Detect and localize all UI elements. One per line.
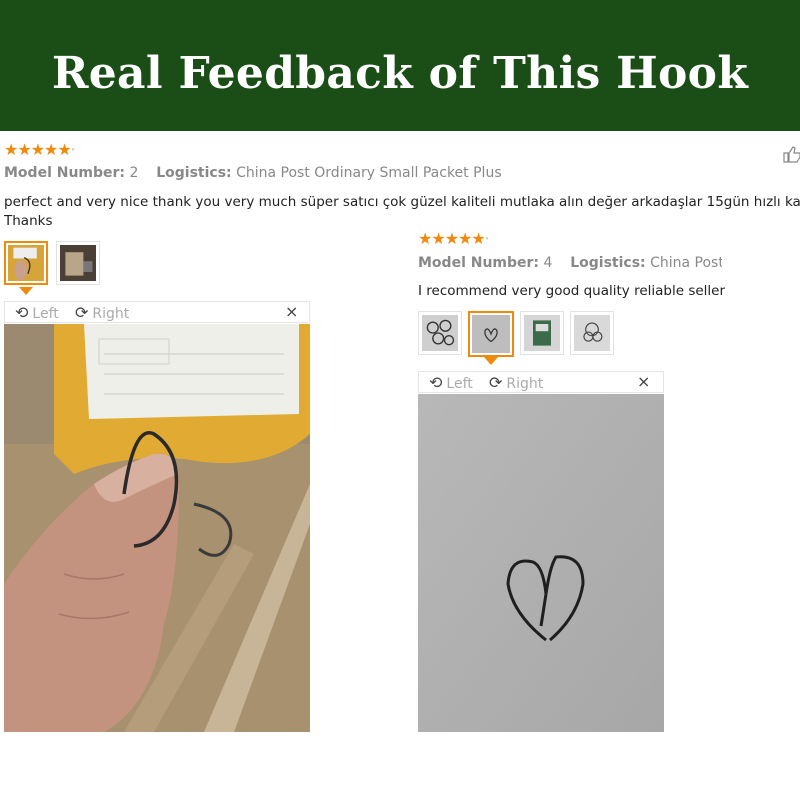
rotate-left-button[interactable]: ⟲ Left (15, 303, 59, 322)
rating-stars: ★★★★★• (418, 229, 489, 248)
review-photo-large (4, 324, 310, 732)
image-viewer-toolbar: ⟲ Left ⟳ Right × (4, 301, 310, 323)
logistics-value: China Post Ordinary Small Packet Plus (236, 165, 502, 181)
model-number-label: Model Number: (418, 255, 540, 271)
review-meta: Model Number: 2 Logistics: China Post Or… (4, 165, 564, 181)
logistics-label: Logistics: (156, 165, 232, 181)
review-photo-thumbnail[interactable] (468, 311, 514, 357)
rotate-right-button[interactable]: ⟳ Right (489, 373, 543, 392)
rotate-right-button[interactable]: ⟳ Right (75, 303, 129, 322)
thumbnail-image (60, 245, 96, 281)
rotate-right-label: Right (506, 376, 544, 392)
banner-title: Real Feedback of This Hook (51, 48, 749, 99)
thumbnail-image (8, 245, 44, 281)
logistics-label: Logistics: (570, 255, 646, 271)
review-photo-thumbnail[interactable] (520, 311, 564, 355)
rotate-left-icon: ⟲ (15, 303, 29, 322)
rotate-left-label: Left (446, 376, 473, 392)
rotate-right-label: Right (92, 306, 130, 322)
thumbnail-image (574, 315, 610, 351)
selected-thumbnail-caret (484, 357, 498, 365)
rotate-left-button[interactable]: ⟲ Left (429, 373, 473, 392)
stars-glyphs: ★★★★★ (4, 140, 72, 159)
stars-glyphs: ★★★★★ (418, 229, 486, 248)
close-icon[interactable]: × (285, 302, 298, 321)
rotate-left-icon: ⟲ (429, 373, 443, 392)
model-number-value: 4 (543, 255, 553, 271)
review-photo-thumbnail[interactable] (56, 241, 100, 285)
thumbs-up-icon[interactable] (783, 145, 800, 163)
close-icon[interactable]: × (637, 372, 650, 391)
review-text-line: I recommend very good quality reliable s… (418, 283, 726, 299)
image-viewer-toolbar: ⟲ Left ⟳ Right × (418, 371, 664, 393)
thumbnail-image (472, 315, 510, 353)
model-number-label: Model Number: (4, 165, 126, 181)
rotate-right-icon: ⟳ (75, 303, 89, 322)
review-photo-large (418, 394, 664, 732)
model-number-value: 2 (129, 165, 139, 181)
review-text-line: perfect and very nice thank you very muc… (4, 194, 800, 210)
rating-stars: ★★★★★• (4, 140, 75, 159)
review-meta: Model Number: 4 Logistics: China Post Or… (418, 255, 722, 271)
review-photo-thumbnail[interactable] (4, 241, 48, 285)
thumbnail-image (524, 315, 560, 351)
logistics-value: China Post Ordir (650, 255, 722, 271)
rotate-left-label: Left (32, 306, 59, 322)
review-text-line: Thanks (4, 213, 53, 229)
review-photo-thumbnail[interactable] (570, 311, 614, 355)
feedback-banner: Real Feedback of This Hook (0, 0, 800, 131)
selected-thumbnail-caret (19, 287, 33, 295)
review-photo-thumbnail[interactable] (418, 311, 462, 355)
thumbnail-image (422, 315, 458, 351)
rotate-right-icon: ⟳ (489, 373, 503, 392)
